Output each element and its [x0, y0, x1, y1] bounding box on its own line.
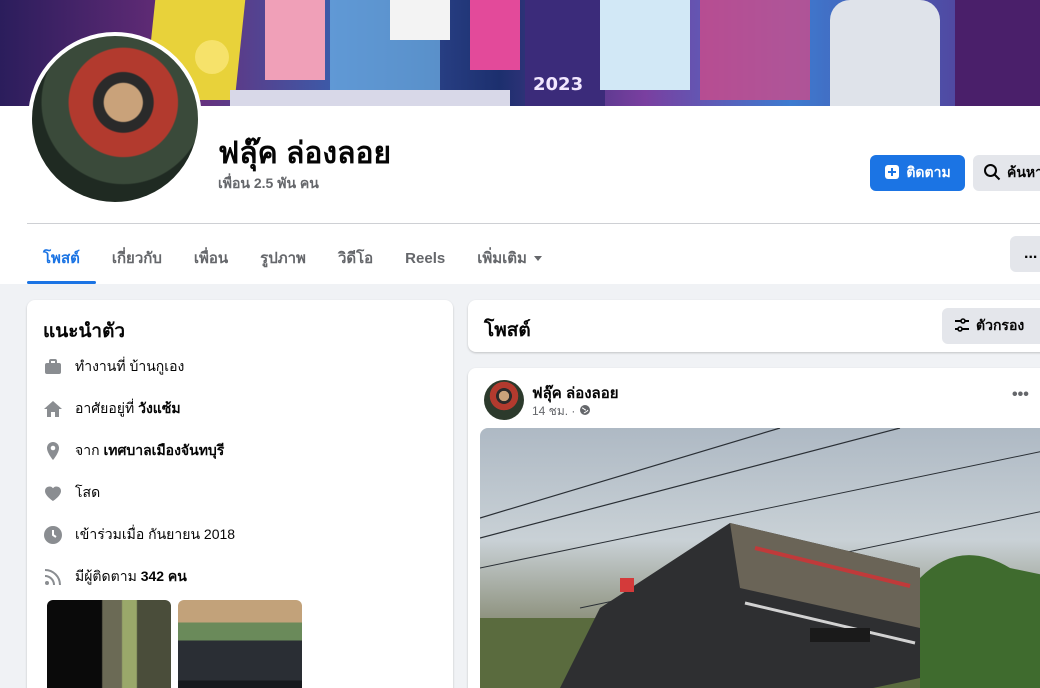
- intro-title: แนะนำตัว: [43, 321, 126, 342]
- intro-joined: เข้าร่วมเมื่อ กันยายน 2018: [43, 524, 235, 546]
- search-button[interactable]: ค้นหา: [973, 155, 1040, 191]
- post-time[interactable]: 14 ชม. ·: [532, 402, 575, 421]
- featured-photo-2[interactable]: [178, 600, 302, 688]
- intro-from-prefix: จาก: [75, 442, 104, 458]
- briefcase-icon: [43, 357, 63, 377]
- cover-year-sign: 2023: [533, 74, 584, 95]
- filter-button[interactable]: ตัวกรอง: [942, 308, 1040, 344]
- featured-photo-1[interactable]: [47, 600, 171, 688]
- tab-more[interactable]: เพิ่มเติม: [461, 232, 559, 284]
- intro-joined-text: เข้าร่วมเมื่อ กันยายน 2018: [75, 526, 236, 542]
- post-card: ฟลุ๊ค ล่องลอย 14 ชม. · •••: [468, 368, 1040, 688]
- friends-count[interactable]: เพื่อน 2.5 พัน คน: [218, 173, 319, 195]
- post-image-art: [480, 428, 1040, 688]
- follow-plus-icon: [884, 164, 900, 183]
- intro-lives-link[interactable]: วังแซ้ม: [138, 400, 180, 416]
- intro-followers-prefix: มีผู้ติดตาม: [75, 568, 141, 584]
- profile-avatar[interactable]: [28, 32, 202, 206]
- more-options-button[interactable]: ...: [1010, 236, 1040, 272]
- post-meta: 14 ชม. ·: [532, 402, 591, 421]
- tab-posts[interactable]: โพสต์: [27, 232, 96, 284]
- header-divider: [27, 223, 1040, 224]
- heart-icon: [43, 483, 63, 503]
- tab-label: Reels: [405, 249, 446, 267]
- tab-label: โพสต์: [43, 250, 80, 267]
- follow-label: ติดตาม: [906, 164, 951, 180]
- clock-icon: [43, 525, 63, 545]
- intro-relationship: โสด: [43, 482, 100, 504]
- intro-from: จาก เทศบาลเมืองจันทบุรี: [43, 440, 224, 462]
- posts-title: โพสต์: [484, 320, 531, 341]
- intro-followers: มีผู้ติดตาม 342 คน: [43, 566, 187, 588]
- intro-work: ทำงานที่ บ้านกูเอง: [43, 356, 184, 378]
- tab-label: วิดีโอ: [337, 250, 374, 267]
- posts-header-card: โพสต์ ตัวกรอง: [468, 300, 1040, 352]
- search-label: ค้นหา: [1007, 164, 1040, 180]
- filter-icon: [954, 317, 970, 336]
- intro-lives-prefix: อาศัยอยู่ที่: [75, 400, 139, 416]
- post-author-avatar[interactable]: [484, 380, 524, 420]
- tab-label: เกี่ยวกับ: [111, 250, 162, 267]
- search-icon: [983, 163, 1001, 184]
- follow-button[interactable]: ติดตาม: [870, 155, 965, 191]
- tab-photos[interactable]: รูปภาพ: [244, 232, 322, 284]
- intro-followers-link[interactable]: 342 คน: [141, 568, 187, 584]
- intro-from-link[interactable]: เทศบาลเมืองจันทบุรี: [103, 442, 224, 458]
- intro-relationship-text: โสด: [75, 484, 101, 500]
- home-icon: [43, 399, 63, 419]
- tab-label: เพิ่มเติม: [477, 250, 527, 267]
- intro-work-prefix: ทำงานที่: [75, 358, 130, 374]
- profile-name: ฟลุ๊ค ล่องลอย: [218, 137, 392, 170]
- location-pin-icon: [43, 441, 63, 461]
- globe-icon: [579, 404, 591, 419]
- intro-card: แนะนำตัว ทำงานที่ บ้านกูเอง อาศัยอยู่ที่…: [27, 300, 453, 688]
- tab-friends[interactable]: เพื่อน: [178, 232, 244, 284]
- post-image[interactable]: [480, 428, 1040, 688]
- intro-work-value: บ้านกูเอง: [129, 358, 185, 374]
- post-options-icon[interactable]: •••: [1012, 386, 1029, 404]
- tab-label: เพื่อน: [193, 250, 229, 267]
- filter-label: ตัวกรอง: [976, 317, 1025, 333]
- tab-label: รูปภาพ: [260, 250, 306, 267]
- caret-down-icon: [533, 250, 543, 267]
- intro-lives: อาศัยอยู่ที่ วังแซ้ม: [43, 398, 181, 420]
- profile-tabs: โพสต์ เกี่ยวกับ เพื่อน รูปภาพ วิดีโอ Ree…: [27, 232, 559, 284]
- tab-about[interactable]: เกี่ยวกับ: [96, 232, 178, 284]
- tab-reels[interactable]: Reels: [389, 232, 461, 284]
- rss-icon: [43, 567, 63, 587]
- tab-videos[interactable]: วิดีโอ: [322, 232, 389, 284]
